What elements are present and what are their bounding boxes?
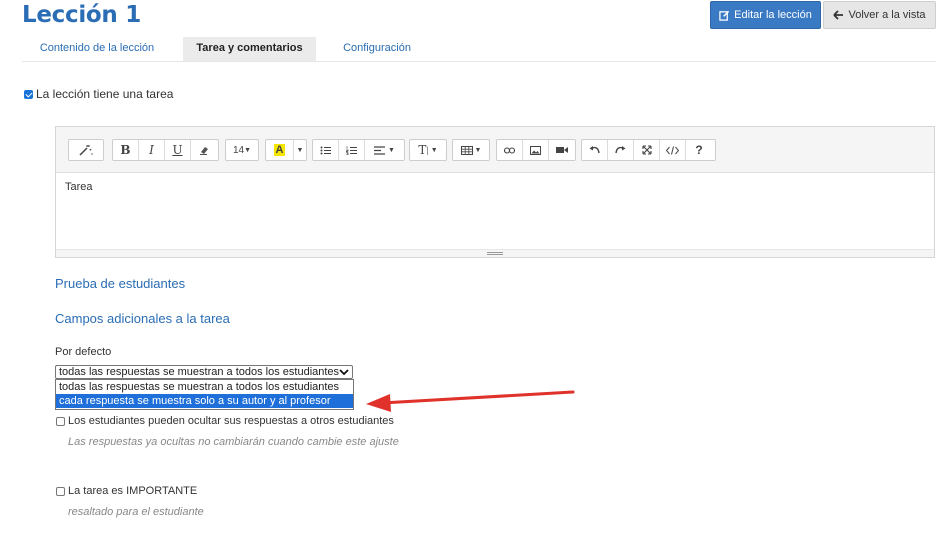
video-button[interactable]	[549, 140, 575, 160]
tab-lesson-content[interactable]: Contenido de la lección	[22, 37, 172, 61]
hide-answers-checkbox[interactable]	[56, 417, 65, 426]
important-hint: resaltado para el estudiante	[68, 506, 204, 518]
font-size-value: 14	[232, 144, 245, 156]
toolbar-group-format: B I U	[112, 139, 219, 161]
toolbar-group-size: 14 ▼	[225, 139, 259, 161]
tab-configuration[interactable]: Configuración	[327, 37, 427, 61]
important-label: La tarea es IMPORTANTE	[68, 485, 198, 497]
select-option-highlighted[interactable]: cada respuesta se muestra solo a su auto…	[56, 394, 353, 408]
caret-down-icon: ▼	[474, 146, 482, 154]
toolbar-group-color: A ▼	[265, 139, 307, 161]
table-dropdown[interactable]: ▼	[453, 140, 489, 160]
caret-down-icon: ▼	[296, 146, 304, 154]
editor-content[interactable]: Tarea	[65, 181, 93, 193]
eraser-button[interactable]	[191, 140, 217, 160]
italic-button[interactable]: I	[139, 140, 165, 160]
text-cursor-icon: |	[426, 145, 429, 155]
text-style-dropdown[interactable]: T | ▼	[410, 140, 446, 160]
magic-wand-button[interactable]	[69, 140, 103, 160]
help-icon: ?	[695, 143, 703, 157]
redo-icon	[615, 146, 626, 154]
tab-bar: Contenido de la lección Tarea y comentar…	[22, 37, 936, 62]
align-left-icon	[374, 145, 386, 155]
code-icon	[666, 145, 679, 155]
bold-icon: B	[120, 143, 131, 157]
important-checkbox[interactable]	[56, 487, 65, 496]
default-select-label: Por defecto	[55, 346, 112, 358]
align-dropdown[interactable]: ▼	[365, 140, 404, 160]
image-button[interactable]	[523, 140, 549, 160]
help-button[interactable]: ?	[686, 140, 712, 160]
text-style-icon: T	[418, 143, 427, 157]
undo-icon	[589, 146, 600, 154]
code-view-button[interactable]	[660, 140, 686, 160]
chevron-down-icon	[339, 369, 349, 376]
editor-toolbar: B I U 14 ▼ A ▼ ▼ T | ▼ ▼ ?	[56, 127, 934, 173]
numbered-list-button[interactable]	[339, 140, 365, 160]
caret-down-icon: ▼	[244, 146, 252, 154]
redo-button[interactable]	[608, 140, 634, 160]
edit-icon	[719, 10, 730, 21]
highlight-icon: A	[273, 144, 286, 156]
task-editor: B I U 14 ▼ A ▼ ▼ T | ▼ ▼ ? Tarea	[55, 126, 935, 258]
back-to-view-button[interactable]: Volver a la vista	[823, 1, 936, 29]
editor-resize-handle[interactable]	[56, 249, 934, 257]
edit-lesson-button[interactable]: Editar la lección	[710, 1, 821, 29]
font-size-dropdown[interactable]: 14 ▼	[226, 140, 258, 160]
eraser-icon	[200, 147, 208, 155]
numbered-list-icon	[346, 146, 357, 155]
has-task-checkbox[interactable]	[24, 90, 33, 99]
caret-down-icon: ▼	[388, 146, 395, 154]
color-dropdown-button[interactable]: ▼	[294, 140, 306, 160]
video-icon	[556, 147, 568, 153]
magic-wand-icon	[79, 145, 93, 156]
page-title: Lección 1	[22, 2, 141, 28]
underline-button[interactable]: U	[165, 140, 191, 160]
select-dropdown-list: todas las respuestas se muestran a todos…	[55, 379, 354, 410]
grip-icon	[487, 252, 503, 255]
italic-icon: I	[149, 143, 154, 157]
toolbar-group-table: ▼	[452, 139, 490, 161]
student-test-link[interactable]: Prueba de estudiantes	[55, 276, 185, 291]
tab-task-comments[interactable]: Tarea y comentarios	[183, 37, 316, 61]
caret-down-icon: ▼	[430, 146, 438, 154]
extra-fields-link[interactable]: Campos adicionales a la tarea	[55, 311, 230, 326]
has-task-label: La lección tiene una tarea	[36, 87, 174, 101]
select-value: todas las respuestas se muestran a todos…	[59, 366, 340, 378]
back-to-view-label: Volver a la vista	[848, 9, 926, 21]
toolbar-group-misc: ?	[581, 139, 716, 161]
arrow-left-icon	[833, 10, 844, 20]
undo-button[interactable]	[582, 140, 608, 160]
hide-answers-hint: Las respuestas ya ocultas no cambiarán c…	[68, 436, 399, 448]
image-icon	[530, 145, 541, 155]
table-icon	[460, 145, 473, 155]
fullscreen-button[interactable]	[634, 140, 660, 160]
hide-answers-label: Los estudiantes pueden ocultar sus respu…	[68, 415, 394, 427]
bold-button[interactable]: B	[113, 140, 139, 160]
link-button[interactable]	[497, 140, 523, 160]
fullscreen-icon	[641, 145, 652, 155]
highlight-color-button[interactable]: A	[266, 140, 294, 160]
select-option[interactable]: todas las respuestas se muestran a todos…	[56, 380, 353, 394]
bullet-list-button[interactable]	[313, 140, 339, 160]
toolbar-group-magic	[68, 139, 104, 161]
default-visibility-select[interactable]: todas las respuestas se muestran a todos…	[55, 365, 353, 379]
edit-lesson-label: Editar la lección	[734, 9, 812, 21]
underline-icon: U	[172, 143, 183, 157]
bullet-list-icon	[320, 146, 331, 154]
toolbar-group-insert	[496, 139, 576, 161]
annotation-arrow-icon	[366, 390, 575, 412]
link-icon	[504, 146, 515, 154]
toolbar-group-paragraph: ▼	[312, 139, 405, 161]
toolbar-group-style: T | ▼	[409, 139, 447, 161]
